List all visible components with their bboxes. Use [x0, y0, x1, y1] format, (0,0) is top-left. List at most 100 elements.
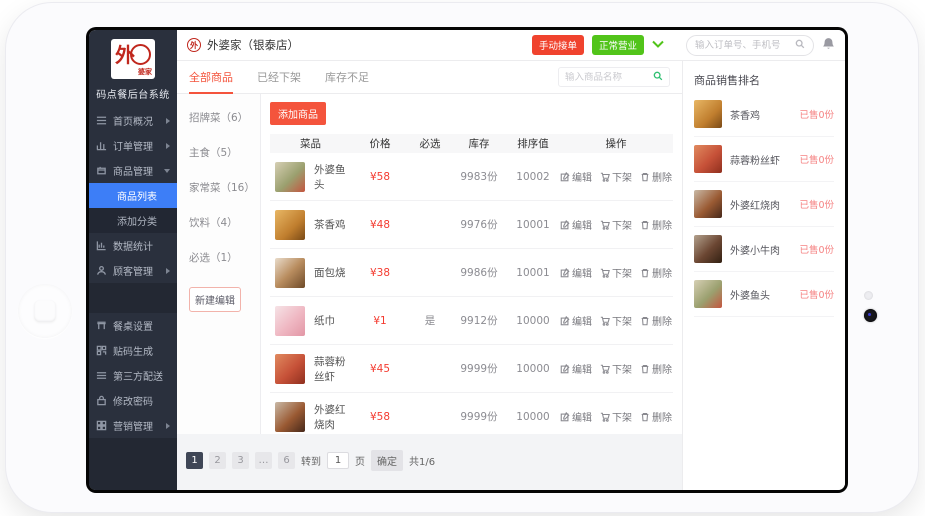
dish-photo — [275, 354, 305, 384]
new-edit-button[interactable]: 新建编辑 — [189, 287, 241, 312]
category-homestyle[interactable]: 家常菜（16） — [189, 180, 260, 195]
search-icon[interactable] — [795, 39, 805, 52]
col-required: 必选 — [409, 136, 451, 151]
tab-label: 全部商品 — [189, 69, 233, 85]
goto-page-input[interactable] — [327, 452, 349, 469]
dish-price: ¥58 — [351, 411, 409, 423]
tab-all-goods[interactable]: 全部商品 — [189, 61, 233, 94]
off-shelf-button[interactable]: 下架 — [600, 313, 632, 328]
delete-button[interactable]: 删除 — [640, 409, 672, 424]
sidebar-item-change-password[interactable]: 修改密码 — [89, 388, 177, 413]
home-button[interactable] — [18, 284, 72, 338]
off-shelf-label: 下架 — [612, 313, 632, 328]
dish-stock: 9999份 — [451, 409, 507, 424]
goods-search-input[interactable] — [565, 72, 649, 83]
add-goods-button[interactable]: 添加商品 — [270, 102, 326, 125]
chevron-right-icon — [166, 118, 170, 124]
sidebar-item-label: 添加分类 — [117, 213, 157, 228]
off-shelf-label: 下架 — [612, 409, 632, 424]
sidebar-item-add-category[interactable]: 添加分类 — [89, 208, 177, 233]
brand-logo-seal-icon — [130, 44, 151, 65]
delivery-list-icon — [96, 370, 107, 381]
sidebar-item-qr-stickers[interactable]: 贴码生成 — [89, 338, 177, 363]
page-button-3[interactable]: 3 — [232, 452, 249, 469]
dish-price: ¥45 — [351, 363, 409, 375]
category-signature[interactable]: 招牌菜（6） — [189, 110, 260, 125]
sidebar-item-label: 营销管理 — [113, 418, 160, 433]
sidebar-item-statistics[interactable]: 数据统计 — [89, 233, 177, 258]
off-shelf-button[interactable]: 下架 — [600, 361, 632, 376]
ranking-item: 蒜蓉粉丝虾 已售0份 — [694, 137, 834, 182]
page-button-2[interactable]: 2 — [209, 452, 226, 469]
edit-button[interactable]: 编辑 — [560, 313, 592, 328]
col-sort: 排序值 — [507, 136, 559, 151]
dish-sort: 10000 — [507, 363, 559, 375]
goods-table-area: 添加商品 菜品 价格 必选 库存 排序值 操作 — [261, 94, 682, 434]
business-status-button[interactable]: 正常营业 — [592, 35, 644, 55]
delete-button[interactable]: 删除 — [640, 265, 672, 280]
dish-name: 外婆红烧肉 — [314, 402, 351, 432]
table-row: 茶香鸡 ¥48 9976份 10001 编辑 下架 删除 — [270, 201, 673, 249]
sidebar-item-third-party-delivery[interactable]: 第三方配送 — [89, 363, 177, 388]
goods-search-icon[interactable] — [653, 71, 663, 84]
sidebar-item-orders[interactable]: 订单管理 — [89, 133, 177, 158]
off-shelf-button[interactable]: 下架 — [600, 169, 632, 184]
off-shelf-button[interactable]: 下架 — [600, 265, 632, 280]
dish-photo — [694, 235, 722, 263]
qr-sticker-icon — [96, 345, 107, 356]
dish-name: 蒜蓉粉丝虾 — [314, 354, 351, 384]
tab-off-shelf[interactable]: 已经下架 — [257, 61, 301, 94]
dish-price: ¥38 — [351, 267, 409, 279]
delete-button[interactable]: 删除 — [640, 169, 672, 184]
dish-sort: 10000 — [507, 411, 559, 423]
ranking-sold-badge: 已售0份 — [799, 197, 834, 211]
sidebar-item-goods-list[interactable]: 商品列表 — [89, 183, 177, 208]
dish-stock: 9976份 — [451, 217, 507, 232]
system-title: 码点餐后台系统 — [89, 86, 177, 101]
dish-name: 茶香鸡 — [314, 217, 346, 232]
delete-label: 删除 — [652, 313, 672, 328]
category-drinks[interactable]: 饮料（4） — [189, 215, 260, 230]
off-shelf-button[interactable]: 下架 — [600, 409, 632, 424]
manual-accept-button[interactable]: 手动接单 — [532, 35, 584, 55]
sidebar-item-table-settings[interactable]: 餐桌设置 — [89, 313, 177, 338]
col-actions: 操作 — [559, 136, 673, 151]
edit-button[interactable]: 编辑 — [560, 217, 592, 232]
goods-search-box — [558, 67, 670, 87]
category-required[interactable]: 必选（1） — [189, 250, 260, 265]
tab-label: 库存不足 — [325, 69, 369, 85]
delete-button[interactable]: 删除 — [640, 361, 672, 376]
top-bar: 外 外婆家（银泰店） 手动接单 正常营业 — [177, 30, 845, 61]
off-shelf-label: 下架 — [612, 217, 632, 232]
sidebar-item-label: 顾客管理 — [113, 263, 160, 278]
page-button-6[interactable]: 6 — [278, 452, 295, 469]
status-chevron-down-icon[interactable] — [652, 40, 664, 51]
delete-button[interactable]: 删除 — [640, 217, 672, 232]
edit-button[interactable]: 编辑 — [560, 265, 592, 280]
dining-table-icon — [96, 320, 107, 331]
category-staple[interactable]: 主食（5） — [189, 145, 260, 160]
edit-button[interactable]: 编辑 — [560, 361, 592, 376]
sidebar-item-marketing[interactable]: 营销管理 — [89, 413, 177, 438]
delete-label: 删除 — [652, 409, 672, 424]
sidebar-item-customers[interactable]: 顾客管理 — [89, 258, 177, 283]
edit-button[interactable]: 编辑 — [560, 409, 592, 424]
goods-table: 菜品 价格 必选 库存 排序值 操作 外婆鱼 — [270, 134, 673, 441]
off-shelf-button[interactable]: 下架 — [600, 217, 632, 232]
notification-bell-icon[interactable] — [822, 37, 835, 54]
delete-button[interactable]: 删除 — [640, 313, 672, 328]
brand-logo: 外 婆家 — [111, 39, 155, 79]
edit-label: 编辑 — [572, 217, 592, 232]
sidebar-item-home[interactable]: 首页概况 — [89, 108, 177, 133]
tab-low-stock[interactable]: 库存不足 — [325, 61, 369, 94]
ranking-title: 商品销售排名 — [694, 72, 834, 88]
goto-confirm-button[interactable]: 确定 — [371, 450, 403, 471]
ranking-dish-name: 外婆小牛肉 — [730, 242, 791, 257]
sidebar-item-goods[interactable]: 商品管理 — [89, 158, 177, 183]
page-button-1[interactable]: 1 — [186, 452, 203, 469]
sidebar-item-label: 数据统计 — [113, 238, 170, 253]
edit-button[interactable]: 编辑 — [560, 169, 592, 184]
goto-label: 转到 — [301, 453, 321, 468]
light-sensor — [864, 291, 873, 300]
order-search-input[interactable] — [695, 40, 791, 51]
